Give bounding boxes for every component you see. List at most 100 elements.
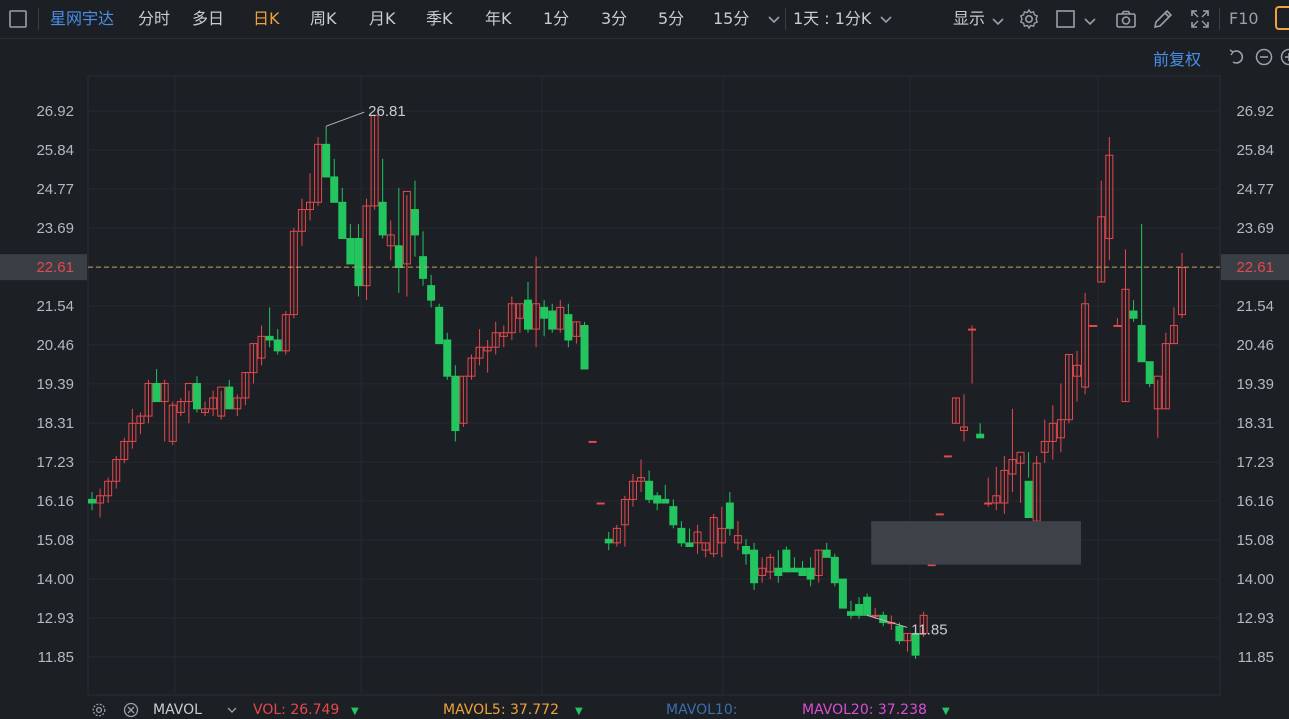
candle: [1017, 452, 1024, 503]
candle-body: [226, 387, 233, 409]
candle: [952, 398, 959, 423]
y-tick-label-left: 19.39: [36, 376, 74, 393]
candle: [533, 257, 540, 348]
candle-body: [944, 456, 951, 457]
close-icon[interactable]: [123, 702, 139, 718]
overlay-box: [871, 521, 1081, 564]
candle: [815, 550, 822, 583]
candle: [767, 554, 774, 579]
candle-body: [395, 246, 402, 268]
candle: [525, 282, 532, 333]
kline-chart[interactable]: 26.9225.8424.7723.6922.6121.5420.4619.39…: [0, 0, 1289, 697]
chart-grid: [88, 76, 1220, 695]
candle: [387, 220, 394, 260]
candle: [185, 383, 192, 423]
indicator-chevron-down-icon[interactable]: [224, 702, 240, 718]
candle-body: [1130, 311, 1137, 318]
y-tick-label-left: 22.61: [36, 259, 74, 276]
candle-body: [355, 239, 362, 286]
candle: [1114, 318, 1121, 326]
candle: [508, 297, 515, 340]
candle-body: [969, 329, 976, 330]
candle: [492, 322, 499, 355]
candle: [783, 546, 790, 571]
candle: [1154, 376, 1161, 438]
candle: [177, 398, 184, 416]
mavol20-arrow-icon: ▼: [942, 705, 950, 719]
candle: [379, 159, 386, 239]
low-annotation-label: 11.85: [911, 621, 947, 638]
candle: [686, 528, 693, 546]
candle: [646, 470, 653, 503]
candle: [500, 325, 507, 347]
candle-body: [525, 300, 532, 329]
candle-body: [847, 612, 854, 616]
candle: [549, 304, 556, 333]
candle: [1138, 224, 1145, 362]
candle-body: [791, 568, 798, 572]
candle: [1130, 300, 1137, 322]
candle: [581, 322, 588, 369]
y-tick-label-left: 11.85: [38, 649, 74, 666]
candle: [743, 539, 750, 564]
gear-icon[interactable]: [91, 702, 107, 718]
y-tick-label-right: 26.92: [1236, 103, 1274, 120]
y-tick-label-left: 12.93: [36, 610, 74, 627]
candle-body: [654, 496, 661, 503]
candle-body: [864, 597, 871, 615]
candle: [718, 507, 725, 558]
candle-body: [1146, 362, 1153, 384]
candle: [218, 387, 225, 420]
candle: [298, 199, 305, 246]
candle: [597, 503, 604, 504]
y-tick-label-left: 21.54: [36, 298, 74, 315]
candle: [751, 543, 758, 590]
candle: [266, 307, 273, 347]
candle: [710, 514, 717, 557]
candle: [1009, 409, 1016, 492]
candle-body: [541, 307, 548, 318]
candle-body: [977, 434, 984, 438]
volume-indicator-bar: MAVOL VOL: 26.749 ▼ MAVOL5: 37.772 ▼ MAV…: [0, 697, 1289, 715]
candle-body: [444, 340, 451, 376]
candle-body: [775, 568, 782, 575]
high-annotation-line: [326, 112, 364, 126]
candle: [734, 521, 741, 550]
y-tick-label-right: 16.16: [1236, 493, 1274, 510]
candle-body: [1138, 325, 1145, 361]
y-tick-label-right: 24.77: [1236, 181, 1274, 198]
y-tick-label-left: 24.77: [36, 181, 74, 198]
candle: [403, 191, 410, 296]
candle-body: [686, 543, 693, 547]
y-tick-label-left: 20.46: [36, 337, 74, 354]
y-tick-label-right: 25.84: [1236, 142, 1274, 159]
candle: [428, 275, 435, 308]
y-tick-label-left: 14.00: [36, 571, 74, 588]
candle-body: [452, 376, 459, 430]
candle: [202, 402, 209, 416]
candle-body: [936, 514, 943, 515]
candle: [856, 597, 863, 619]
candle-body: [428, 286, 435, 300]
y-tick-label-left: 17.23: [36, 454, 74, 471]
candle: [452, 365, 459, 441]
candle: [799, 561, 806, 575]
candle: [694, 525, 701, 554]
candle: [395, 188, 402, 293]
candle: [468, 354, 475, 379]
candle: [1090, 325, 1097, 326]
candle: [969, 325, 976, 383]
y-tick-label-right: 19.39: [1236, 376, 1274, 393]
candle: [105, 478, 112, 503]
candle: [638, 460, 645, 493]
candle-body: [872, 615, 879, 616]
candle: [1074, 351, 1081, 402]
y-tick-label-right: 21.54: [1236, 298, 1274, 315]
candle: [113, 456, 120, 489]
candle-body: [589, 441, 596, 442]
y-tick-label-left: 25.84: [36, 142, 74, 159]
candle: [307, 173, 314, 220]
candle: [1146, 362, 1153, 387]
candle: [1001, 456, 1008, 514]
candle: [436, 304, 443, 344]
